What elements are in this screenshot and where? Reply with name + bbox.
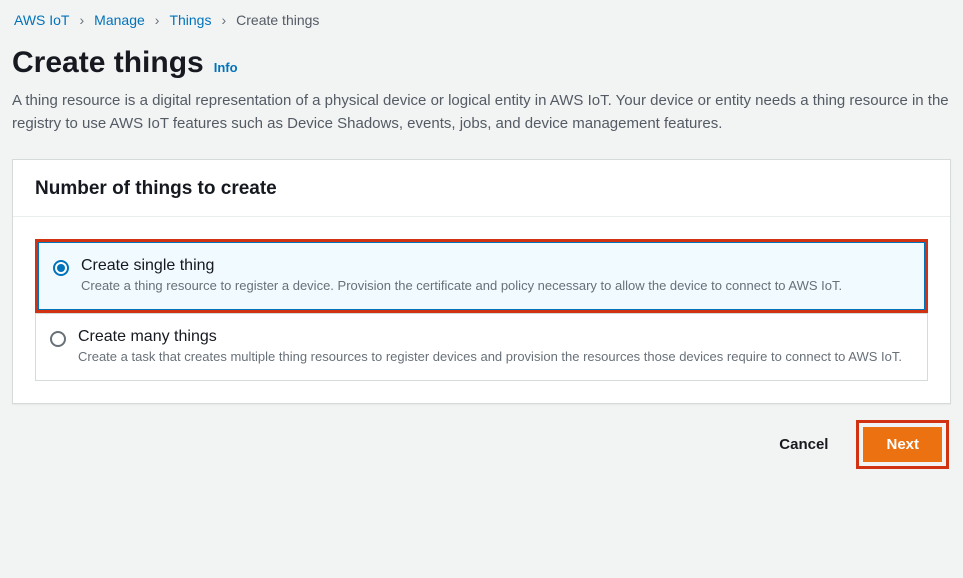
breadcrumb: AWS IoT › Manage › Things › Create thing… — [12, 12, 951, 28]
option-subtitle: Create a task that creates multiple thin… — [78, 348, 902, 366]
breadcrumb-link-aws-iot[interactable]: AWS IoT — [14, 12, 70, 28]
breadcrumb-current: Create things — [236, 12, 319, 28]
page-title-row: Create things Info — [12, 46, 951, 80]
card-number-of-things: Number of things to create Create single… — [12, 159, 951, 404]
info-link[interactable]: Info — [214, 60, 238, 75]
highlight-create-single: Create single thing Create a thing resou… — [35, 239, 928, 313]
radio-icon — [50, 331, 66, 347]
card-body: Create single thing Create a thing resou… — [13, 217, 950, 403]
option-subtitle: Create a thing resource to register a de… — [81, 277, 842, 295]
page-title: Create things — [12, 46, 204, 80]
option-title: Create many things — [78, 328, 902, 346]
card-header: Number of things to create — [13, 160, 950, 217]
option-title: Create single thing — [81, 257, 842, 275]
cancel-button[interactable]: Cancel — [765, 428, 842, 461]
breadcrumb-link-things[interactable]: Things — [169, 12, 211, 28]
chevron-right-icon: › — [80, 12, 85, 28]
next-button[interactable]: Next — [863, 427, 942, 462]
footer-actions: Cancel Next — [12, 420, 951, 469]
card-header-title: Number of things to create — [35, 178, 928, 200]
chevron-right-icon: › — [155, 12, 160, 28]
radio-icon — [53, 260, 69, 276]
highlight-next: Next — [856, 420, 949, 469]
option-create-many-things[interactable]: Create many things Create a task that cr… — [35, 313, 928, 381]
breadcrumb-link-manage[interactable]: Manage — [94, 12, 145, 28]
page-description: A thing resource is a digital representa… — [12, 90, 951, 135]
chevron-right-icon: › — [221, 12, 226, 28]
option-create-single-thing[interactable]: Create single thing Create a thing resou… — [38, 242, 925, 310]
